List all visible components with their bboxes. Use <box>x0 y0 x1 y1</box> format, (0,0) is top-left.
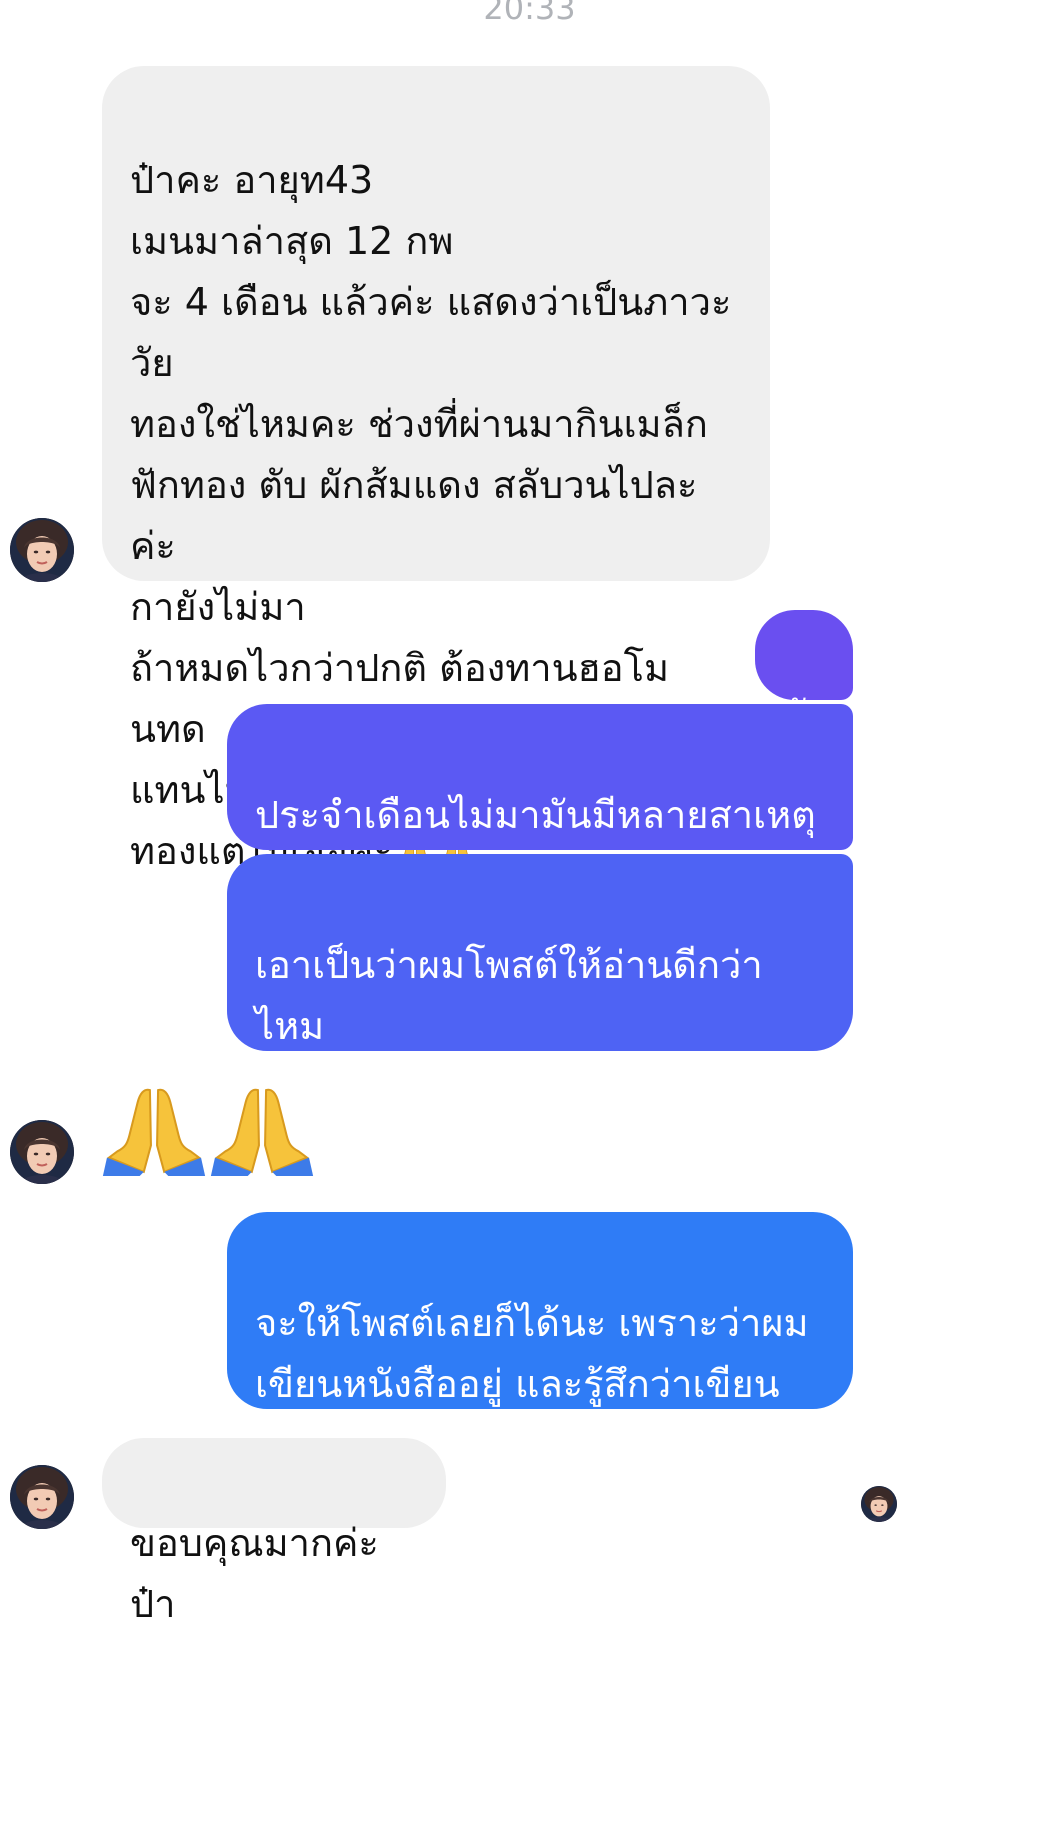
avatar-image <box>861 1486 897 1522</box>
folded-hands-icon <box>102 1084 206 1176</box>
avatar[interactable] <box>10 1120 74 1184</box>
incoming-emoji-message[interactable] <box>102 1084 314 1176</box>
avatar[interactable] <box>10 1465 74 1529</box>
avatar-image <box>10 1120 74 1184</box>
message-timestamp: 20:33 <box>483 0 576 27</box>
avatar-image <box>10 1465 74 1529</box>
message-text: ขอบคุณมากค่ะป๋า <box>130 1521 379 1626</box>
incoming-message-bubble[interactable]: ป๋าคะ อายุท43 เมนมาล่าสุด 12 กพ จะ 4 เดื… <box>102 66 770 873</box>
outgoing-message-bubble[interactable]: เอาเป็นว่าผมโพสต์ให้อ่านดีกว่าไหม ถ้าซัก… <box>227 854 853 1170</box>
message-text: เอาเป็นว่าผมโพสต์ให้อ่านดีกว่าไหม ถ้าซัก… <box>255 943 812 1170</box>
avatar-image <box>10 518 74 582</box>
folded-hands-icon <box>210 1084 314 1176</box>
outgoing-message-bubble[interactable]: ยัง <box>755 610 853 737</box>
incoming-message-bubble[interactable]: ขอบคุณมากค่ะป๋า <box>102 1438 446 1626</box>
outgoing-message-bubble[interactable]: จะให้โพสต์เลยก็ได้นะ เพราะว่าผม เขียนหนั… <box>227 1212 853 1467</box>
avatar[interactable] <box>10 518 74 582</box>
read-receipt-avatar <box>861 1486 897 1522</box>
outgoing-message-bubble[interactable]: ประจำเดือนไม่มามันมีหลายสาเหตุ มากครับ <box>227 704 853 898</box>
